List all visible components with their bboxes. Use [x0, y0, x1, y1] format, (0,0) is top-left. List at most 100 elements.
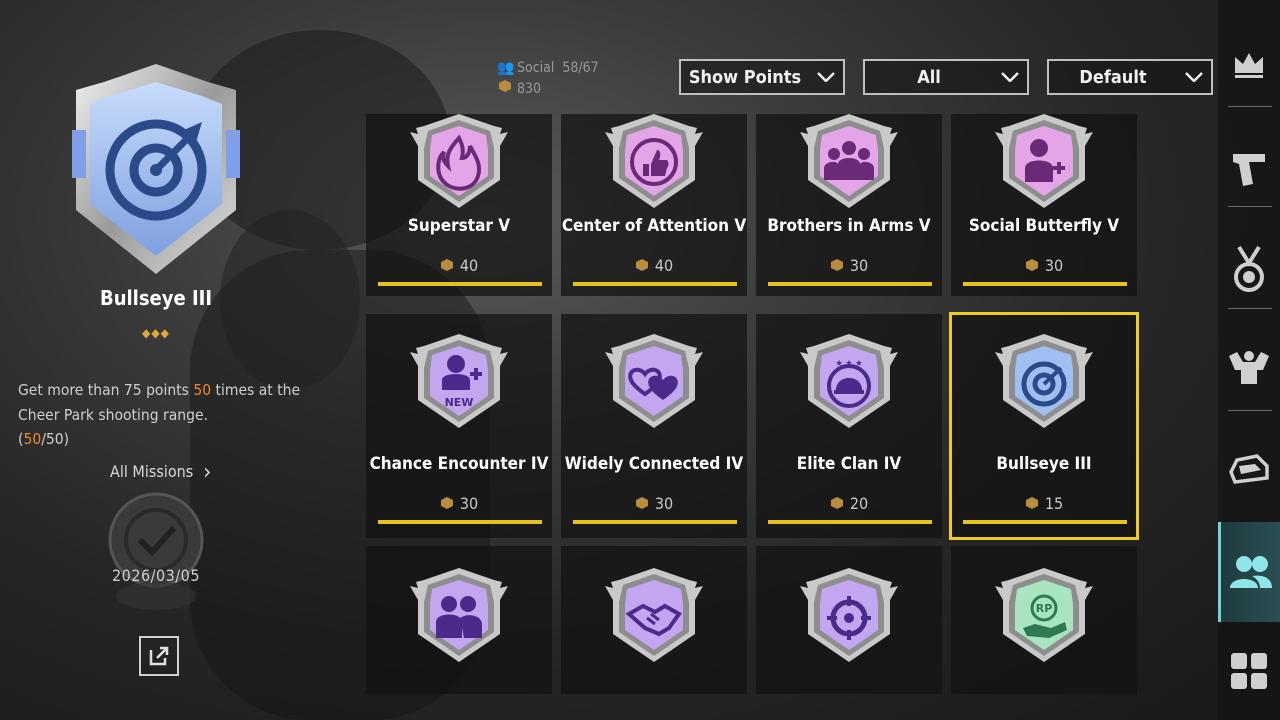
grid-icon: [1231, 653, 1267, 689]
achievement-points: 15: [951, 494, 1137, 513]
achievement-card[interactable]: ★ ★ ★ Elite Clan IV 20: [756, 314, 942, 538]
points-value: 20: [849, 494, 869, 513]
achievement-points: 40: [561, 256, 747, 275]
fire-icon: [410, 114, 508, 208]
coin-icon: [635, 259, 648, 271]
completed-medal-icon: [108, 492, 204, 610]
progress-bar: [378, 282, 542, 286]
points-value: 40: [459, 256, 479, 275]
achievement-card[interactable]: NEW Chance Encounter IV 30: [366, 314, 552, 538]
all-missions-link[interactable]: All Missions ›: [110, 460, 211, 485]
progress-total: /50): [41, 430, 70, 448]
share-button[interactable]: [139, 636, 179, 676]
people-icon: 👥: [497, 60, 515, 76]
thumbs-up-icon: [605, 114, 703, 208]
chevron-down-icon: [993, 72, 1027, 82]
rail-item-crown[interactable]: [1218, 24, 1280, 104]
achievement-card[interactable]: Center of Attention V 40: [561, 114, 747, 296]
filter-dropdown[interactable]: All: [863, 59, 1029, 95]
achievement-name: Bullseye III: [996, 454, 1092, 474]
achievement-detail-panel: Bullseye III ◆◆◆ Get more than 75 points…: [0, 0, 330, 720]
rail-item-more[interactable]: [1218, 622, 1280, 720]
clan-helmet-icon: ★ ★ ★: [800, 334, 898, 428]
achievement-name: Widely Connected IV: [564, 454, 744, 474]
achievement-card[interactable]: [756, 546, 942, 694]
achievement-card[interactable]: Bullseye III 15: [949, 312, 1139, 540]
mission-description: Get more than 75 points 50 times at the …: [18, 378, 308, 452]
svg-text:★ ★ ★: ★ ★ ★: [836, 359, 863, 369]
new-friend-icon: NEW: [410, 334, 508, 428]
coin-icon: [497, 79, 513, 100]
rail-item-social[interactable]: [1218, 522, 1280, 622]
dropdown-label: All: [917, 66, 941, 88]
category-label: Social: [517, 60, 555, 76]
coin-icon: [440, 259, 453, 271]
achievement-name: Center of Attention V: [561, 216, 747, 236]
dropdown-label: Show Points: [688, 66, 802, 88]
coin-icon: [1025, 497, 1038, 509]
progress-bar: [963, 282, 1127, 286]
points-value: 30: [459, 494, 479, 513]
points-value: 830: [517, 81, 542, 97]
points-value: 30: [654, 494, 674, 513]
pistol-icon: [1233, 154, 1265, 186]
all-missions-label: All Missions: [110, 462, 194, 481]
svg-text:NEW: NEW: [445, 396, 474, 409]
points-value: 40: [654, 256, 674, 275]
progress-bar: [768, 282, 932, 286]
achievement-card[interactable]: [561, 546, 747, 694]
achievement-name: Brothers in Arms V: [767, 216, 931, 236]
points-value: 30: [1044, 256, 1064, 275]
duo-icon: [410, 568, 508, 662]
achievement-points: 20: [756, 494, 942, 513]
show-points-dropdown[interactable]: Show Points: [679, 59, 845, 95]
detail-title: Bullseye III: [99, 286, 213, 310]
handshake-icon: [605, 568, 703, 662]
achievement-points: 30: [561, 494, 747, 513]
progress-bar: [573, 282, 737, 286]
rp-hand-icon: RP: [995, 568, 1093, 662]
progress-bar: [963, 520, 1127, 524]
achievement-card[interactable]: Social Butterfly V 30: [951, 114, 1137, 296]
add-friend-icon: [995, 114, 1093, 208]
sort-dropdown[interactable]: Default: [1047, 59, 1213, 95]
achievement-card[interactable]: [366, 546, 552, 694]
rail-item-weapons[interactable]: [1218, 118, 1280, 218]
achievement-points: 40: [366, 256, 552, 275]
category-stats: 👥 Social 58/67 830: [497, 58, 599, 100]
svg-text:RP: RP: [1036, 602, 1053, 615]
achievement-card[interactable]: RP: [951, 546, 1137, 694]
coin-icon: [635, 497, 648, 509]
rail-item-vehicles[interactable]: [1218, 420, 1280, 520]
crown-icon: [1235, 53, 1263, 78]
points-total: 830: [497, 79, 599, 100]
achievement-card[interactable]: Superstar V 40: [366, 114, 552, 296]
coin-icon: [440, 497, 453, 509]
coin-icon: [830, 497, 843, 509]
chevron-right-icon: ›: [203, 460, 212, 485]
achievement-grid: Superstar V 40 Center of Attention V 40 Br…: [366, 114, 1140, 694]
achievement-card[interactable]: Brothers in Arms V 30: [756, 114, 942, 296]
points-value: 15: [1044, 494, 1064, 513]
target-icon: [995, 334, 1093, 428]
group-icon: [800, 114, 898, 208]
achievement-card[interactable]: Widely Connected IV 30: [561, 314, 747, 538]
rank-diamonds: ◆◆◆: [142, 326, 170, 340]
rail-item-physical[interactable]: [1218, 318, 1280, 418]
achievement-points: 30: [951, 256, 1137, 275]
rail-item-medals[interactable]: [1218, 220, 1280, 320]
coin-icon: [1025, 259, 1038, 271]
achievement-name: Superstar V: [407, 216, 511, 236]
vehicle-icon: [1229, 454, 1269, 484]
category-rail: [1218, 0, 1280, 720]
friends-icon: [1229, 556, 1272, 588]
progress-bar: [768, 520, 932, 524]
desc-count: 50: [193, 381, 212, 399]
completion-date: 2026/03/05: [112, 566, 200, 585]
achievement-name: Elite Clan IV: [796, 454, 902, 474]
social-progress: 👥 Social 58/67: [497, 58, 599, 79]
chevron-down-icon: [1177, 72, 1211, 82]
medal-icon: [1234, 245, 1264, 292]
progress-bar: [573, 520, 737, 524]
achievement-name: Social Butterfly V: [968, 216, 1120, 236]
